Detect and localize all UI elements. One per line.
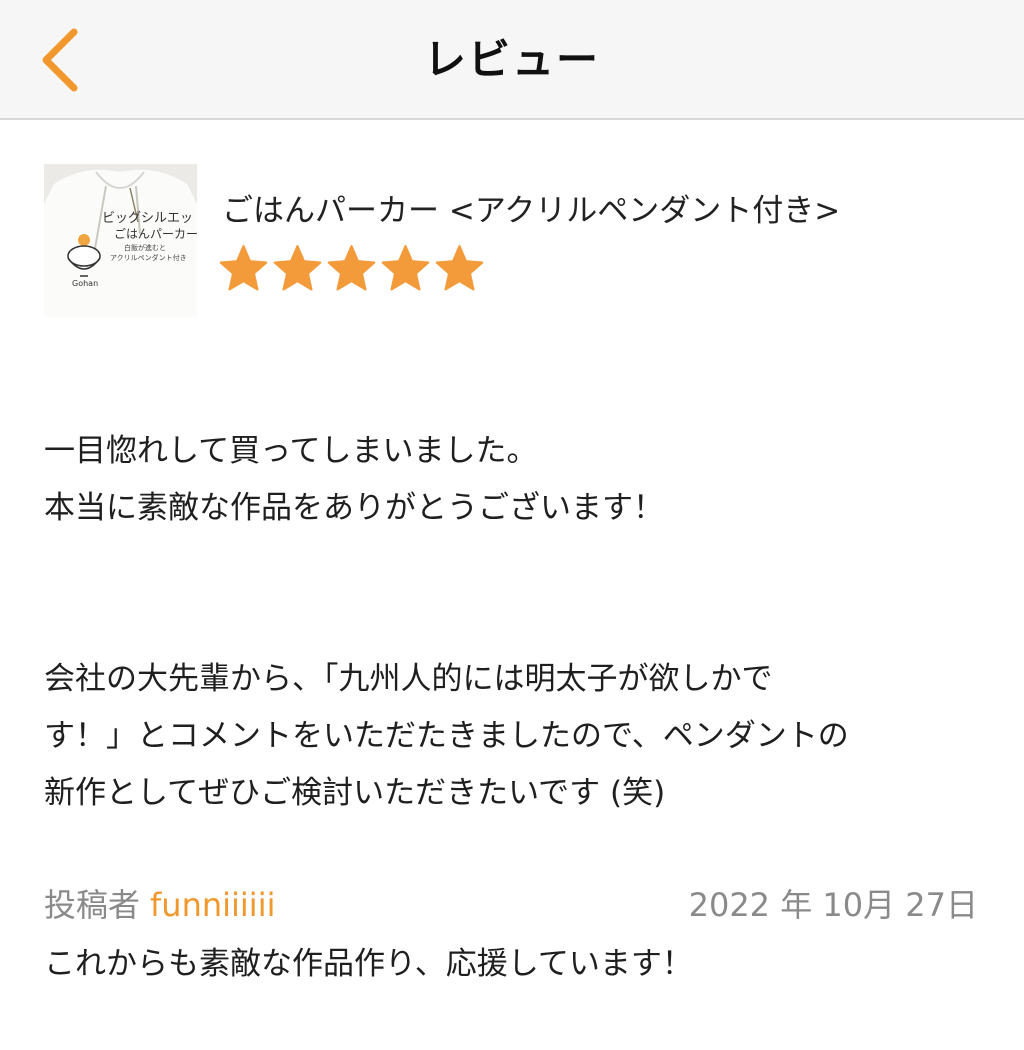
- thumbnail-text-1: ビッグシルエット: [102, 211, 197, 226]
- product-name[interactable]: ごはんパーカー <アクリルペンダント付き>: [222, 190, 840, 232]
- page-title: レビュー: [423, 35, 600, 84]
- thumbnail-logo: Gohan: [72, 279, 98, 288]
- thumbnail-text-2: ごはんパーカー: [114, 226, 197, 241]
- post-date: 2022 年 10月 27日: [688, 886, 978, 924]
- review-paragraph: 一目惚れして買ってしまいました。 本当に素敵な作品をありがとうございます！: [44, 433, 664, 526]
- review-paragraph: 会社の大先輩から、「九州人的には明太子が欲しかで す！」とコメントをいただたきま…: [44, 661, 849, 811]
- review-footer: 投稿者 funniiiiii 2022 年 10月 27日: [44, 880, 978, 930]
- thumbnail-text-3: 白飯が進むと: [124, 243, 166, 252]
- author-label: 投稿者: [44, 886, 141, 924]
- star-icon: [434, 244, 485, 292]
- star-icon: [326, 244, 377, 292]
- thumbnail-text-4: アクリルペンダント付き: [110, 253, 187, 262]
- star-icon: [218, 244, 269, 292]
- nav-header: レビュー: [0, 0, 1024, 120]
- product-summary[interactable]: ビッグシルエット ごはんパーカー 白飯が進むと アクリルペンダント付き Goha…: [44, 164, 984, 318]
- author-name-link[interactable]: funniiiiii: [150, 886, 275, 924]
- review-paragraph: これからも素敵な作品作り、応援しています！: [44, 946, 693, 982]
- star-icon: [272, 244, 323, 292]
- review-text: 一目惚れして買ってしまいました。 本当に素敵な作品をありがとうございます！ 会社…: [44, 366, 994, 1050]
- star-rating: [218, 244, 485, 292]
- product-thumbnail[interactable]: ビッグシルエット ごはんパーカー 白飯が進むと アクリルペンダント付き Goha…: [44, 164, 197, 317]
- star-icon: [380, 244, 431, 292]
